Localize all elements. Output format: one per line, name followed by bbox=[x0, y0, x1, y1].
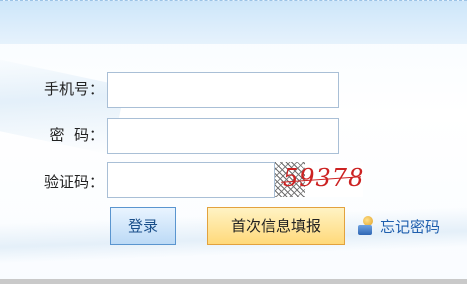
bottom-divider bbox=[0, 279, 467, 284]
captcha-input[interactable] bbox=[107, 162, 275, 198]
login-page: 手机号： 密 码： 验证码： 59378 登录 首次信息填报 忘记密码 bbox=[0, 0, 467, 284]
first-info-fill-button[interactable]: 首次信息填报 bbox=[207, 207, 345, 245]
login-button[interactable]: 登录 bbox=[110, 207, 176, 245]
header-band bbox=[0, 0, 467, 44]
phone-input[interactable] bbox=[107, 72, 339, 108]
user-key-icon bbox=[356, 215, 378, 237]
captcha-image[interactable]: 59378 bbox=[275, 162, 363, 197]
password-input[interactable] bbox=[107, 118, 339, 154]
captcha-label: 验证码： bbox=[43, 173, 104, 191]
phone-label: 手机号： bbox=[43, 80, 104, 98]
password-label: 密 码： bbox=[49, 126, 104, 144]
forgot-password-label: 忘记密码 bbox=[380, 217, 441, 236]
forgot-password-link[interactable]: 忘记密码 bbox=[356, 214, 440, 238]
